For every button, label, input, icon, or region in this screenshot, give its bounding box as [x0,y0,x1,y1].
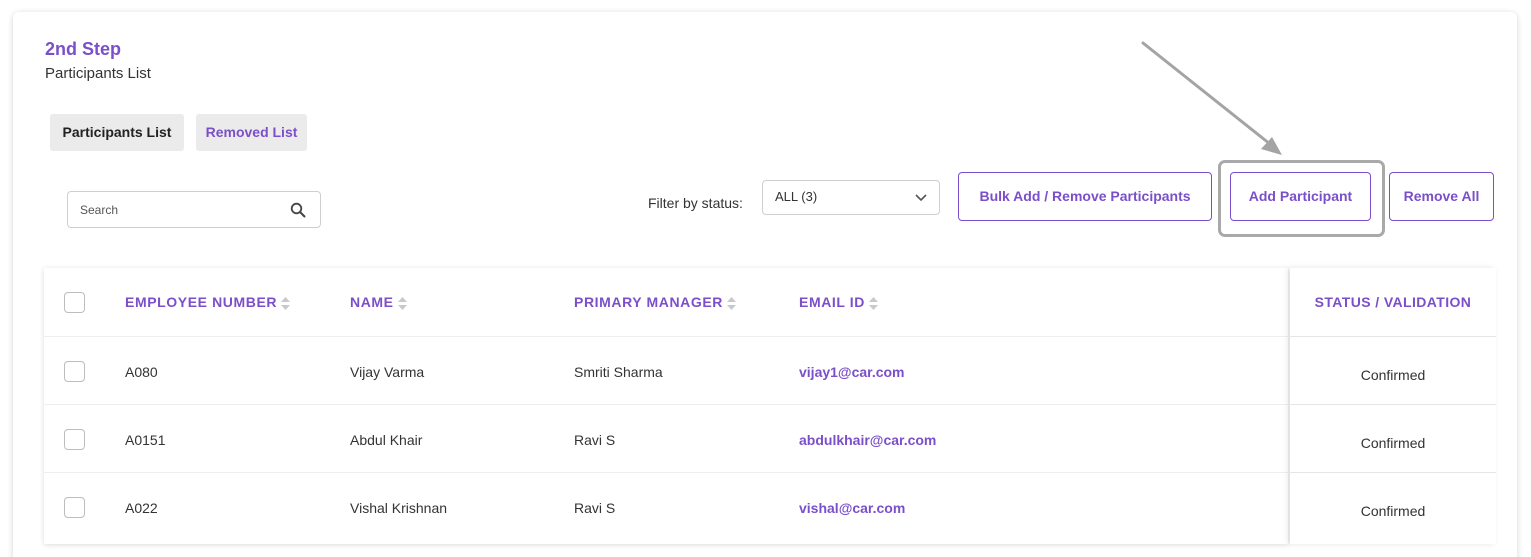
cell-email-link[interactable]: vijay1@car.com [799,364,905,380]
header-employee-number-label: EMPLOYEE NUMBER [125,294,278,310]
header-employee-number[interactable]: EMPLOYEE NUMBER [125,294,291,310]
status-row: Confirmed [1290,336,1496,404]
row-checkbox[interactable] [64,361,85,382]
status-header-row: STATUS / VALIDATION [1290,268,1496,336]
filter-label: Filter by status: [648,195,743,211]
table-row: A0151 Abdul Khair Ravi S abdulkhair@car.… [44,404,1288,472]
table-main: EMPLOYEE NUMBER NAME PRIMARY MANAGER EMA… [44,268,1288,544]
header-name[interactable]: NAME [350,294,407,310]
status-value: Confirmed [1360,435,1426,451]
status-filter-select[interactable]: ALL (3) [762,180,940,215]
status-value: Confirmed [1360,367,1426,383]
header-primary-manager[interactable]: PRIMARY MANAGER [574,294,737,310]
row-checkbox[interactable] [64,429,85,450]
chevron-down-icon [915,194,927,202]
cell-name: Vijay Varma [350,364,425,380]
header-name-label: NAME [350,294,394,310]
table-row: A080 Vijay Varma Smriti Sharma vijay1@ca… [44,336,1288,404]
cell-employee-number: A0151 [125,432,166,448]
header-email-id[interactable]: EMAIL ID [799,294,878,310]
search-input[interactable] [80,192,280,227]
cell-name: Abdul Khair [350,432,423,448]
participants-table: EMPLOYEE NUMBER NAME PRIMARY MANAGER EMA… [44,268,1496,557]
row-checkbox[interactable] [64,497,85,518]
bulk-add-remove-button[interactable]: Bulk Add / Remove Participants [958,172,1212,221]
cell-name: Vishal Krishnan [350,500,448,516]
sort-icon [281,296,291,310]
search-icon[interactable] [290,202,306,218]
status-value: Confirmed [1360,503,1426,519]
header-status-validation: STATUS / VALIDATION [1314,294,1472,310]
step-subtitle: Participants List [45,65,151,82]
status-row: Confirmed [1290,472,1496,540]
cell-primary-manager: Ravi S [574,432,616,448]
table-header-row: EMPLOYEE NUMBER NAME PRIMARY MANAGER EMA… [44,268,1288,336]
table-row: A022 Vishal Krishnan Ravi S vishal@car.c… [44,472,1288,540]
status-filter-value: ALL (3) [775,189,818,204]
sort-icon [727,296,737,310]
search-box [67,191,321,228]
status-column: STATUS / VALIDATION Confirmed Confirmed … [1290,268,1496,544]
cell-email-link[interactable]: abdulkhair@car.com [799,432,936,448]
cell-employee-number: A080 [125,364,158,380]
sort-icon [869,296,878,310]
cell-email-link[interactable]: vishal@car.com [799,500,905,516]
remove-all-button[interactable]: Remove All [1389,172,1494,221]
step-title: 2nd Step [45,39,122,59]
cell-primary-manager: Smriti Sharma [574,364,663,380]
header-email-id-label: EMAIL ID [799,294,865,310]
tab-removed-list[interactable]: Removed List [196,114,307,151]
status-row: Confirmed [1290,404,1496,472]
sort-icon [397,296,407,310]
cell-employee-number: A022 [125,500,158,516]
tab-participants-list[interactable]: Participants List [50,114,184,151]
header-primary-manager-label: PRIMARY MANAGER [574,294,724,310]
cell-primary-manager: Ravi S [574,500,616,516]
add-participant-highlight [1218,160,1385,237]
select-all-checkbox[interactable] [64,292,85,313]
